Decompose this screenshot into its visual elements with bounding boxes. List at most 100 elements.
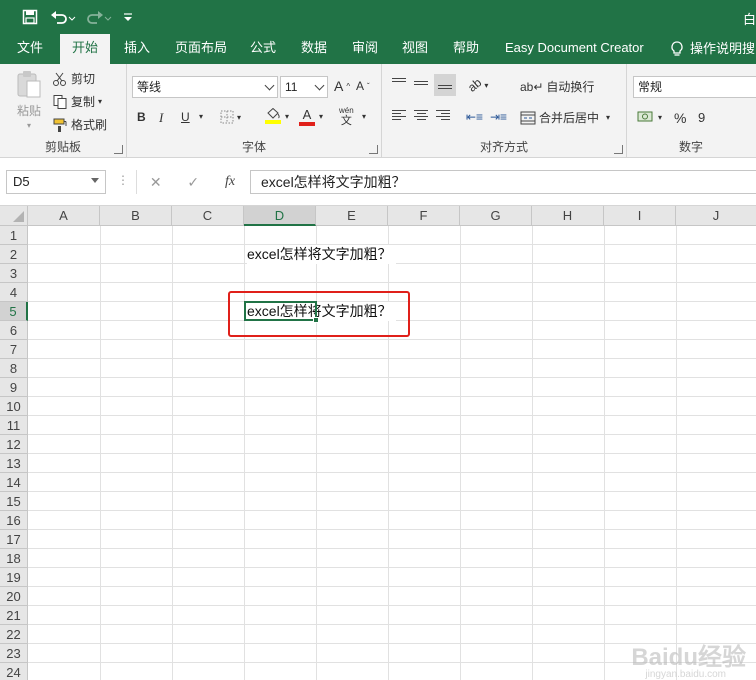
cut-button[interactable]: 剪切 — [52, 70, 95, 87]
tell-me-search[interactable]: 操作说明搜 — [658, 34, 756, 64]
phonetic-dropdown-icon[interactable]: ▾ — [362, 112, 366, 121]
column-header-d[interactable]: D — [244, 206, 316, 226]
copy-button[interactable]: 复制 ▾ — [52, 93, 102, 110]
bottom-align-button[interactable] — [434, 74, 456, 96]
formula-bar-grip-icon[interactable]: ⋮ — [117, 173, 129, 191]
row-header-12[interactable]: 12 — [0, 435, 28, 454]
row-header-2[interactable]: 2 — [0, 245, 28, 264]
underline-dropdown-icon[interactable]: ▾ — [199, 112, 203, 121]
tab-data[interactable]: 数据 — [289, 34, 339, 64]
align-center-button[interactable] — [414, 110, 428, 120]
column-header-g[interactable]: G — [460, 206, 532, 226]
row-header-3[interactable]: 3 — [0, 264, 28, 283]
merge-center-button[interactable]: 合并后居中 ▾ — [520, 109, 610, 126]
row-header-21[interactable]: 21 — [0, 606, 28, 625]
lightbulb-icon — [671, 41, 683, 56]
row-header-18[interactable]: 18 — [0, 549, 28, 568]
fill-color-button[interactable] — [265, 108, 281, 124]
row-header-17[interactable]: 17 — [0, 530, 28, 549]
worksheet-grid[interactable]: A B C D E F G H I J 1 2 3 4 5 6 7 8 9 10… — [0, 206, 756, 680]
tab-file[interactable]: 文件 — [5, 34, 55, 64]
column-header-e[interactable]: E — [316, 206, 388, 226]
row-header-4[interactable]: 4 — [0, 283, 28, 302]
select-all-button[interactable] — [0, 206, 28, 226]
tab-formulas[interactable]: 公式 — [238, 34, 288, 64]
orientation-button[interactable]: ab ▾ — [465, 75, 488, 94]
column-header-j[interactable]: J — [676, 206, 756, 226]
alignment-launcher-icon[interactable] — [614, 145, 623, 154]
column-header-f[interactable]: F — [388, 206, 460, 226]
font-size-combo[interactable]: 11 — [280, 76, 328, 98]
chevron-down-icon — [91, 178, 99, 183]
cancel-icon[interactable]: ✕ — [150, 174, 162, 191]
row-header-23[interactable]: 23 — [0, 644, 28, 663]
row-header-7[interactable]: 7 — [0, 340, 28, 359]
underline-button[interactable]: U — [181, 110, 190, 124]
top-align-button[interactable] — [392, 78, 406, 85]
row-header-10[interactable]: 10 — [0, 397, 28, 416]
font-launcher-icon[interactable] — [369, 145, 378, 154]
column-header-h[interactable]: H — [532, 206, 604, 226]
phonetic-button[interactable]: wén 文 — [339, 106, 354, 127]
undo-icon[interactable] — [48, 6, 78, 28]
row-header-8[interactable]: 8 — [0, 359, 28, 378]
row-header-16[interactable]: 16 — [0, 511, 28, 530]
row-header-14[interactable]: 14 — [0, 473, 28, 492]
wrap-text-button[interactable]: ab↵ 自动换行 — [520, 78, 594, 95]
cell-d2[interactable]: excel怎样将文字加粗？ — [247, 245, 396, 264]
tab-view[interactable]: 视图 — [390, 34, 440, 64]
grow-font-button[interactable]: A ^ — [334, 78, 350, 94]
paste-button[interactable]: 粘贴 ▾ — [12, 70, 46, 130]
borders-button[interactable]: ▾ — [220, 110, 241, 124]
increase-indent-button[interactable]: ⇥≡ — [490, 110, 507, 124]
italic-button[interactable]: I — [159, 110, 163, 126]
font-color-dropdown-icon[interactable]: ▾ — [319, 112, 323, 121]
tab-review[interactable]: 审阅 — [340, 34, 390, 64]
column-header-a[interactable]: A — [28, 206, 100, 226]
row-gridline — [28, 567, 756, 568]
column-header-i[interactable]: I — [604, 206, 676, 226]
row-gridline — [28, 491, 756, 492]
enter-icon[interactable]: ✓ — [187, 174, 199, 191]
format-painter-button[interactable]: 格式刷 — [52, 116, 107, 133]
row-header-24[interactable]: 24 — [0, 663, 28, 680]
row-header-15[interactable]: 15 — [0, 492, 28, 511]
tab-help[interactable]: 帮助 — [441, 34, 491, 64]
row-header-6[interactable]: 6 — [0, 321, 28, 340]
row-header-20[interactable]: 20 — [0, 587, 28, 606]
clipboard-launcher-icon[interactable] — [114, 145, 123, 154]
tab-page-layout[interactable]: 页面布局 — [163, 34, 239, 64]
column-header-b[interactable]: B — [100, 206, 172, 226]
row-header-22[interactable]: 22 — [0, 625, 28, 644]
tab-insert[interactable]: 插入 — [112, 34, 162, 64]
align-right-button[interactable] — [436, 110, 450, 120]
middle-align-button[interactable] — [414, 78, 428, 85]
row-header-9[interactable]: 9 — [0, 378, 28, 397]
redo-icon[interactable] — [84, 6, 114, 28]
fill-color-dropdown-icon[interactable]: ▾ — [285, 112, 289, 121]
save-icon[interactable] — [18, 6, 42, 28]
bold-button[interactable]: B — [137, 110, 146, 124]
font-name-combo[interactable]: 等线 — [132, 76, 278, 98]
row-header-11[interactable]: 11 — [0, 416, 28, 435]
font-color-button[interactable]: A — [299, 107, 315, 126]
row-header-1[interactable]: 1 — [0, 226, 28, 245]
column-header-c[interactable]: C — [172, 206, 244, 226]
decrease-indent-button[interactable]: ⇤≡ — [466, 110, 483, 124]
number-format-combo[interactable]: 常规 — [633, 76, 756, 98]
align-center-icon — [414, 110, 428, 120]
tab-home[interactable]: 开始 — [60, 34, 111, 64]
formula-input[interactable]: excel怎样将文字加粗？ — [250, 170, 756, 194]
align-left-button[interactable] — [392, 110, 406, 120]
insert-function-icon[interactable]: fx — [225, 174, 235, 190]
row-header-5[interactable]: 5 — [0, 302, 28, 321]
row-header-13[interactable]: 13 — [0, 454, 28, 473]
shrink-font-button[interactable]: Aˇ — [356, 79, 370, 93]
row-header-19[interactable]: 19 — [0, 568, 28, 587]
comma-style-button[interactable]: 9 — [698, 110, 705, 125]
name-box[interactable]: D5 — [6, 170, 106, 194]
tab-easy-document-creator[interactable]: Easy Document Creator — [493, 34, 656, 64]
accounting-format-button[interactable]: ▾ — [637, 110, 662, 124]
percent-button[interactable]: % — [674, 110, 686, 126]
customize-qat-icon[interactable] — [120, 6, 136, 28]
